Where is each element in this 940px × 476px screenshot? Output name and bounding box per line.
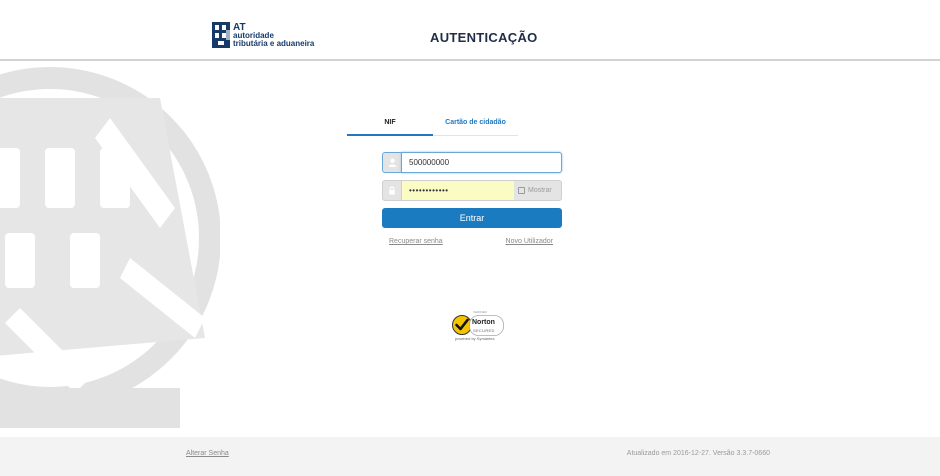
password-input[interactable] xyxy=(401,180,514,201)
at-logo[interactable]: AT autoridade tributária e aduaneira xyxy=(212,22,332,50)
header: AT autoridade tributária e aduaneira AUT… xyxy=(0,0,940,61)
new-user-link[interactable]: Novo Utilizador xyxy=(506,238,553,245)
logo-line-3: tributária e aduaneira xyxy=(233,39,315,48)
norton-powered-text: powered by Symantec xyxy=(455,336,495,341)
norton-seal[interactable]: VERIFIED Norton SECURED powered by Syman… xyxy=(451,309,507,343)
show-password-checkbox[interactable] xyxy=(518,187,525,194)
password-field: Mostrar xyxy=(382,180,562,201)
nif-input[interactable] xyxy=(401,152,562,173)
norton-secured-text: SECURED xyxy=(473,328,495,333)
user-icon xyxy=(382,152,401,173)
page-title: AUTENTICAÇÃO xyxy=(430,30,538,45)
recover-password-link[interactable]: Recuperar senha xyxy=(389,238,443,245)
change-password-link[interactable]: Alterar Senha xyxy=(186,450,229,457)
form-links: Recuperar senha Novo Utilizador xyxy=(382,238,562,252)
norton-brand: Norton xyxy=(472,319,495,326)
footer: Alterar Senha Atualizado em 2016-12-27. … xyxy=(0,437,940,476)
show-password-toggle[interactable]: Mostrar xyxy=(514,180,562,201)
login-button[interactable]: Entrar xyxy=(382,208,562,228)
at-emblem-icon xyxy=(212,22,230,48)
norton-verified-text: VERIFIED xyxy=(473,310,487,314)
login-tabs: NIF Cartão de cidadão xyxy=(347,114,518,136)
version-text: Atualizado em 2016-12-27. Versão 3.3.7-0… xyxy=(626,450,770,457)
logo-text: AT autoridade tributária e aduaneira xyxy=(233,23,314,48)
tab-nif[interactable]: NIF xyxy=(347,114,433,136)
login-form: Mostrar Entrar Recuperar senha Novo Util… xyxy=(382,152,562,252)
login-page: AT autoridade tributária e aduaneira AUT… xyxy=(0,0,940,476)
background-emblem-icon xyxy=(0,67,220,428)
lock-icon xyxy=(382,180,401,201)
nif-field xyxy=(382,152,562,173)
show-password-label: Mostrar xyxy=(528,187,552,194)
tab-citizen-card[interactable]: Cartão de cidadão xyxy=(433,114,518,136)
